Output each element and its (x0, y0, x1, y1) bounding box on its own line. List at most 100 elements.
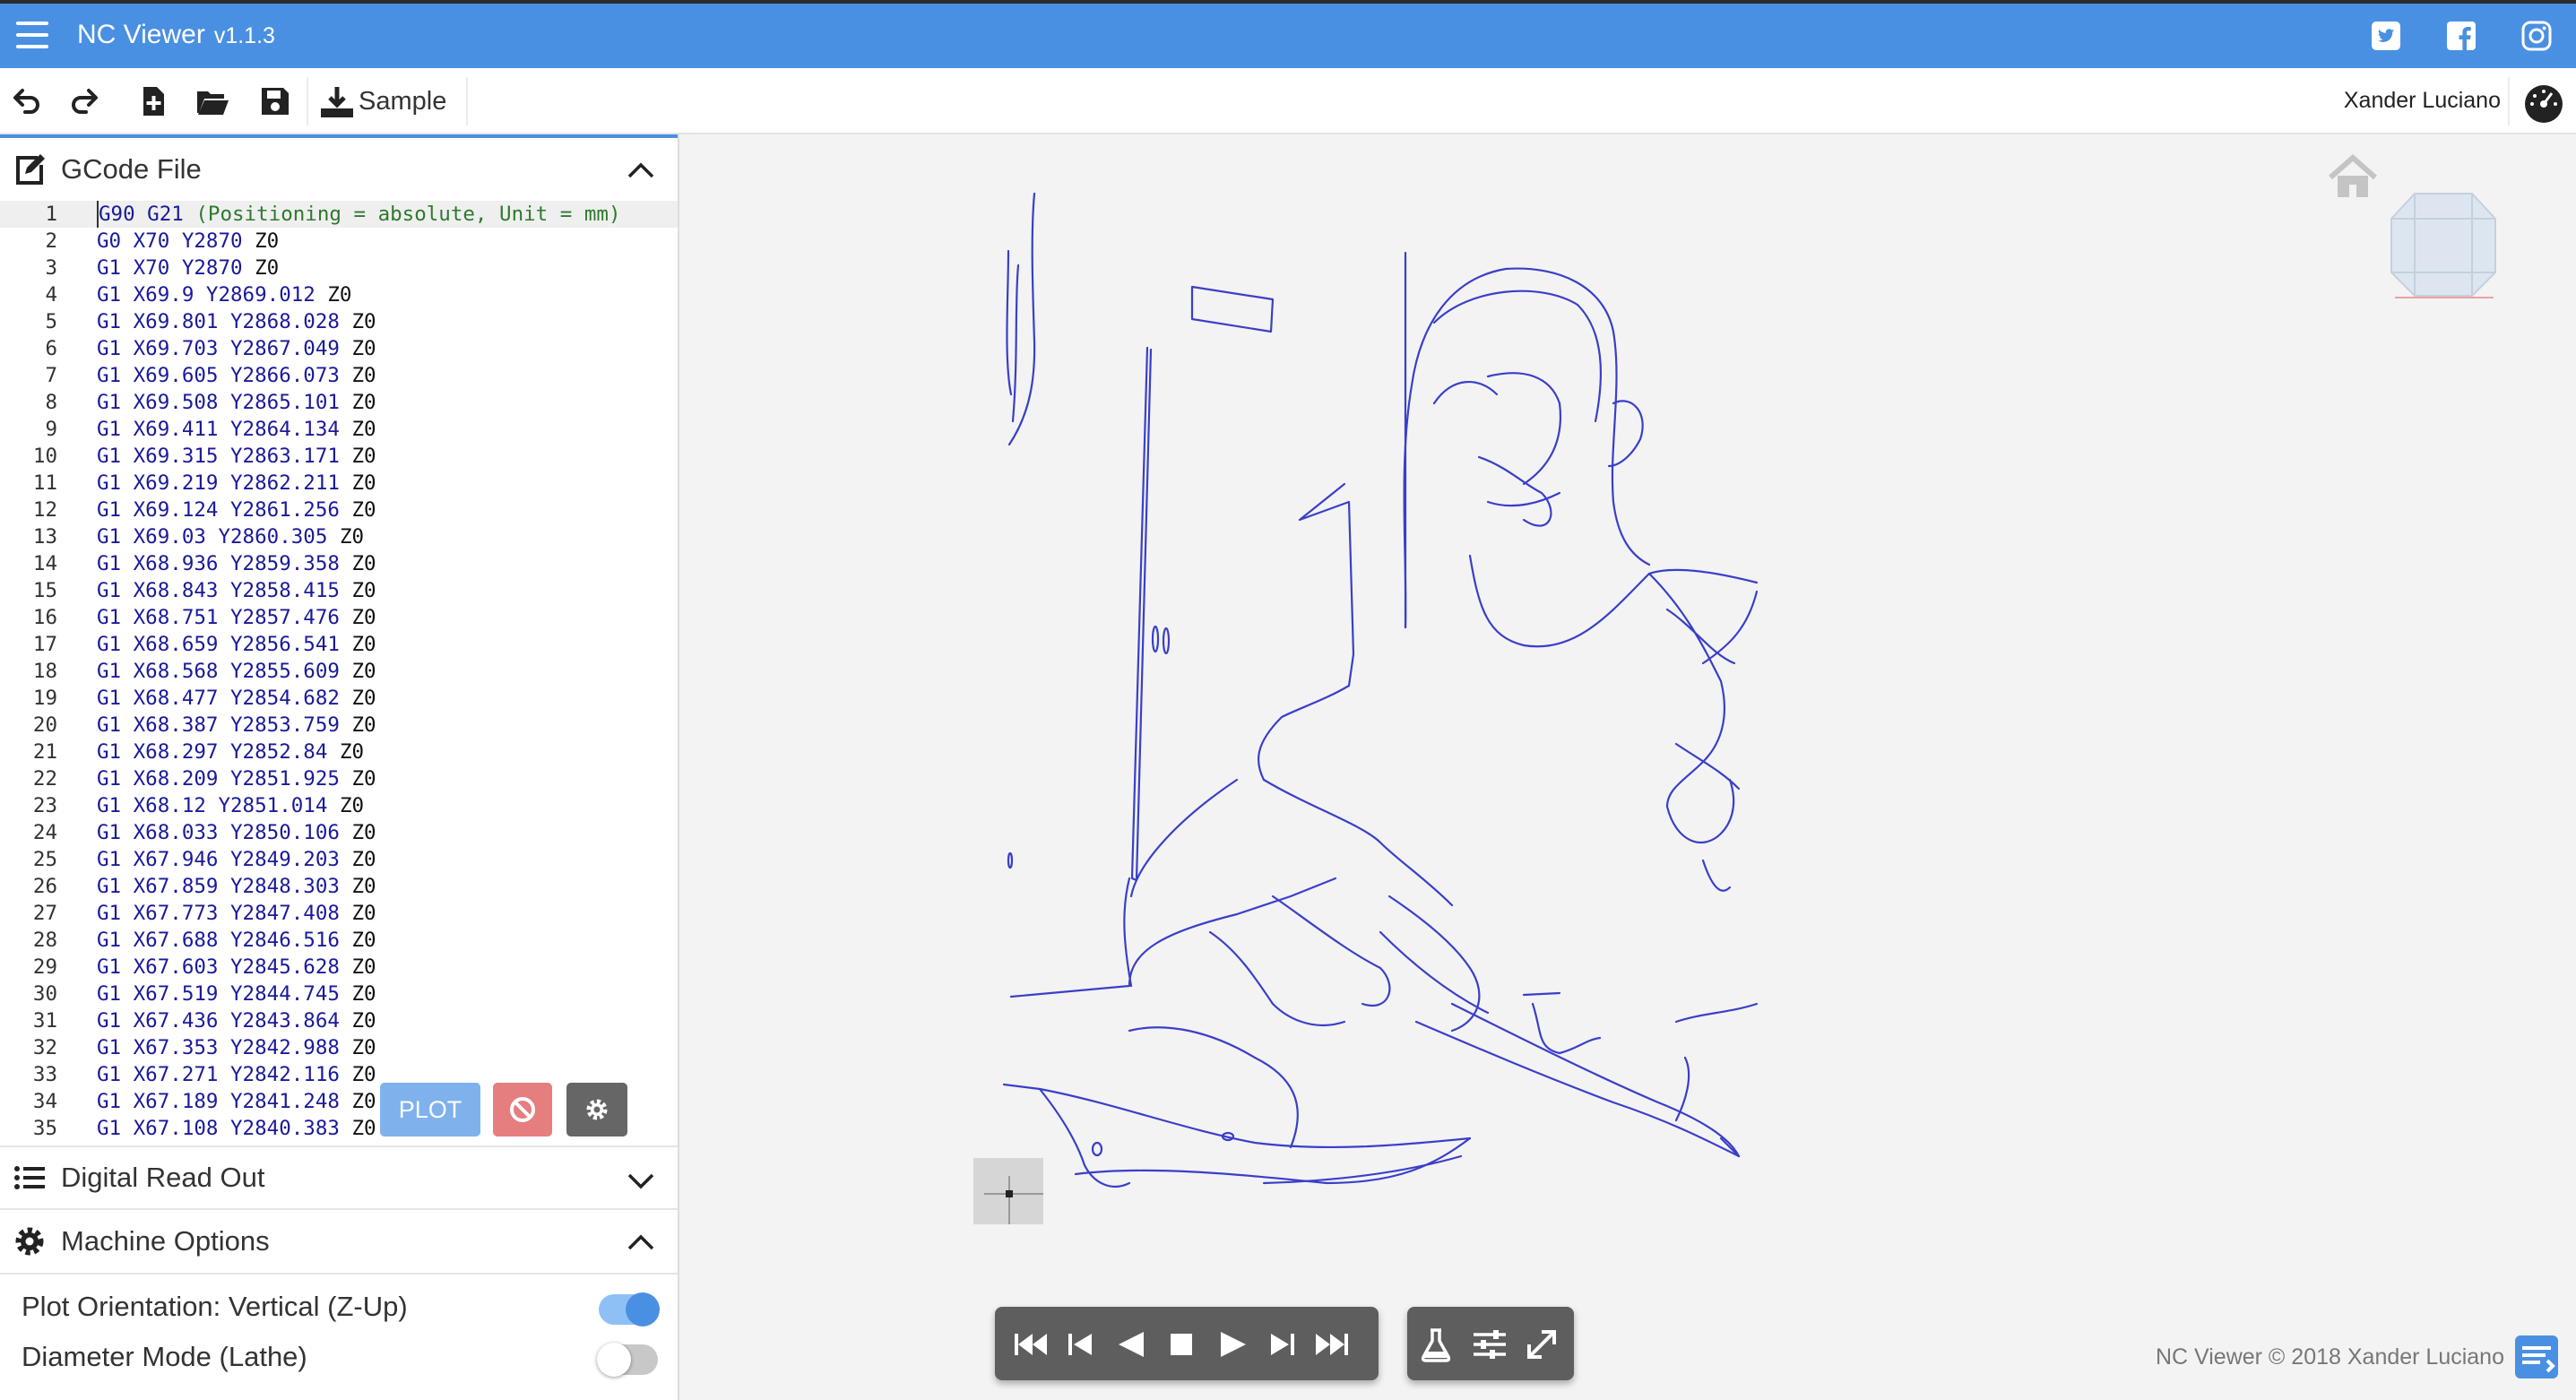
gcode-z-word: Z0 (351, 633, 376, 656)
sliders-icon[interactable] (1470, 1325, 1509, 1364)
plot-settings-button[interactable] (566, 1083, 627, 1136)
dro-panel-header[interactable]: Digital Read Out (0, 1145, 678, 1210)
code-line[interactable]: 5 G1 X69.801 Y2868.028 Z0 (0, 308, 678, 335)
gcode-z-word: Z0 (351, 418, 376, 441)
gcode-y-word: Y2851.925 (230, 767, 340, 791)
line-number: 5 (45, 310, 57, 333)
twitter-icon[interactable] (2370, 20, 2402, 52)
folder-open-icon[interactable] (192, 81, 233, 122)
gcode-y-word: Y2852.84 (230, 740, 328, 764)
code-line[interactable]: 10 G1 X69.315 Y2863.171 Z0 (0, 443, 678, 470)
gcode-z-word: Z0 (351, 606, 376, 629)
gcode-x-word: X67.859 (133, 875, 219, 898)
code-line[interactable]: 29 G1 X67.603 Y2845.628 Z0 (0, 954, 678, 981)
gcode-command: G1 (97, 1036, 122, 1059)
code-line[interactable]: 28 G1 X67.688 Y2846.516 Z0 (0, 927, 678, 954)
home-icon[interactable] (2327, 154, 2379, 201)
code-line[interactable]: 18 G1 X68.568 Y2855.609 Z0 (0, 658, 678, 685)
gcode-command: G90 G21 (99, 203, 184, 226)
stop-plot-button[interactable] (493, 1083, 552, 1136)
machine-panel-header[interactable]: Machine Options (0, 1210, 678, 1275)
facebook-icon[interactable] (2445, 20, 2477, 52)
gcode-command: G1 (97, 955, 122, 979)
machine-panel-title: Machine Options (61, 1225, 270, 1257)
code-line[interactable]: 22 G1 X68.209 Y2851.925 Z0 (0, 765, 678, 792)
gcode-x-word: X68.659 (133, 633, 219, 656)
gcode-z-word: Z0 (351, 337, 376, 360)
code-text: G1 X67.946 Y2849.203 Z0 (97, 846, 376, 873)
code-line[interactable]: 2 G0 X70 Y2870 Z0 (0, 228, 678, 255)
new-file-icon[interactable] (133, 81, 174, 122)
code-line[interactable]: 14 G1 X68.936 Y2859.358 Z0 (0, 550, 678, 577)
gcode-x-word: X67.946 (133, 848, 219, 871)
code-line[interactable]: 4 G1 X69.9 Y2869.012 Z0 (0, 281, 678, 308)
code-line[interactable]: 24 G1 X68.033 Y2850.106 Z0 (0, 819, 678, 846)
code-line[interactable]: 31 G1 X67.436 Y2843.864 Z0 (0, 1007, 678, 1034)
code-line[interactable]: 17 G1 X68.659 Y2856.541 Z0 (0, 631, 678, 658)
gcode-y-word: Y2842.988 (230, 1036, 340, 1059)
step-forward-icon[interactable] (1262, 1325, 1301, 1364)
code-line[interactable]: 23 G1 X68.12 Y2851.014 Z0 (0, 792, 678, 819)
code-line[interactable]: 12 G1 X69.124 Y2861.256 Z0 (0, 497, 678, 523)
code-line[interactable]: 1 G90 G21 (Positioning = absolute, Unit =… (0, 201, 678, 228)
expand-icon[interactable] (1522, 1325, 1561, 1364)
line-number: 29 (32, 955, 57, 979)
skip-end-icon[interactable] (1312, 1325, 1352, 1364)
code-text: G1 X67.773 Y2847.408 Z0 (97, 900, 376, 927)
play-reverse-icon[interactable] (1111, 1325, 1151, 1364)
code-line[interactable]: 7 G1 X69.605 Y2866.073 Z0 (0, 362, 678, 389)
code-line[interactable]: 9 G1 X69.411 Y2864.134 Z0 (0, 416, 678, 443)
code-line[interactable]: 8 G1 X69.508 Y2865.101 Z0 (0, 389, 678, 416)
code-line[interactable]: 19 G1 X68.477 Y2854.682 Z0 (0, 685, 678, 712)
line-number: 28 (32, 929, 57, 952)
undo-icon[interactable] (5, 81, 47, 122)
gcode-y-word: Y2863.171 (230, 445, 340, 468)
code-line[interactable]: 6 G1 X69.703 Y2867.049 Z0 (0, 335, 678, 362)
gcode-panel-header[interactable]: GCode File (0, 138, 678, 203)
code-line[interactable]: 25 G1 X67.946 Y2849.203 Z0 (0, 846, 678, 873)
code-line[interactable]: 20 G1 X68.387 Y2853.759 Z0 (0, 712, 678, 739)
code-line[interactable]: 21 G1 X68.297 Y2852.84 Z0 (0, 739, 678, 765)
diameter-mode-toggle[interactable] (597, 1343, 658, 1377)
chevron-up-icon[interactable] (626, 1228, 656, 1258)
line-number: 7 (45, 364, 57, 387)
play-icon[interactable] (1212, 1325, 1251, 1364)
code-text: G1 X67.519 Y2844.745 Z0 (97, 981, 376, 1007)
app-name: NC Viewer (77, 20, 205, 49)
chevron-up-icon[interactable] (626, 156, 656, 186)
code-line[interactable]: 27 G1 X67.773 Y2847.408 Z0 (0, 900, 678, 927)
code-text: G1 X68.297 Y2852.84 Z0 (97, 739, 364, 765)
skip-start-icon[interactable] (1011, 1325, 1050, 1364)
gauge-icon[interactable] (2522, 81, 2565, 124)
code-line[interactable]: 13 G1 X69.03 Y2860.305 Z0 (0, 523, 678, 550)
gcode-y-word: Y2848.303 (230, 875, 340, 898)
gcode-y-word: Y2849.203 (230, 848, 340, 871)
code-line[interactable]: 30 G1 X67.519 Y2844.745 Z0 (0, 981, 678, 1007)
code-line[interactable]: 16 G1 X68.751 Y2857.476 Z0 (0, 604, 678, 631)
line-number: 10 (32, 445, 57, 468)
gcode-command: G1 (97, 687, 122, 710)
code-text: G1 X68.033 Y2850.106 Z0 (97, 819, 376, 846)
step-back-icon[interactable] (1061, 1325, 1101, 1364)
code-line[interactable]: 32 G1 X67.353 Y2842.988 Z0 (0, 1034, 678, 1061)
sample-button[interactable]: Sample (319, 81, 446, 122)
nc-viewer-logo-icon[interactable] (2511, 1332, 2562, 1382)
stop-icon[interactable] (1162, 1325, 1201, 1364)
code-line[interactable]: 11 G1 X69.219 Y2862.211 Z0 (0, 470, 678, 497)
gcode-y-word: Y2840.383 (230, 1117, 340, 1140)
instagram-icon[interactable] (2520, 20, 2553, 52)
code-line[interactable]: 3 G1 X70 Y2870 Z0 (0, 255, 678, 281)
save-icon[interactable] (255, 81, 296, 122)
view-cube[interactable] (2388, 190, 2499, 299)
line-number: 23 (32, 794, 57, 817)
hamburger-icon[interactable] (16, 22, 48, 48)
chevron-down-icon[interactable] (626, 1165, 656, 1196)
code-text: G1 X67.688 Y2846.516 Z0 (97, 927, 376, 954)
flask-icon[interactable] (1416, 1325, 1456, 1364)
plot-button[interactable]: PLOT (380, 1083, 480, 1136)
code-line[interactable]: 15 G1 X68.843 Y2858.415 Z0 (0, 577, 678, 604)
code-line[interactable]: 26 G1 X67.859 Y2848.303 Z0 (0, 873, 678, 900)
redo-icon[interactable] (65, 81, 106, 122)
gcode-x-word: X69.9 (133, 283, 194, 307)
plot-orientation-toggle[interactable] (599, 1292, 660, 1327)
